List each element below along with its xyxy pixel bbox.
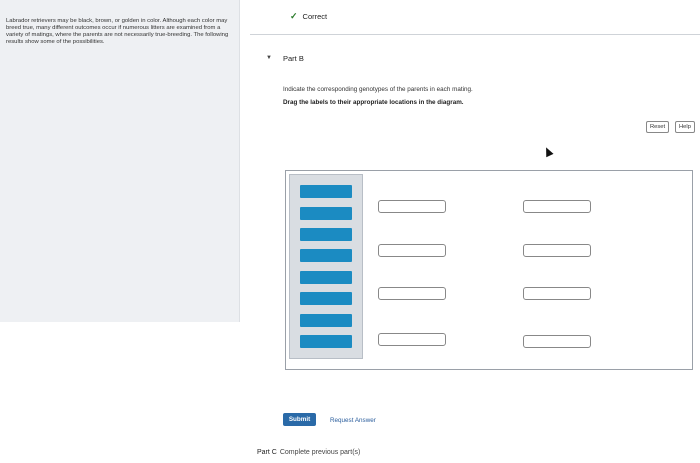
correct-banner: ✓ Correct (290, 11, 327, 22)
drag-label[interactable] (300, 185, 352, 198)
label-bank (289, 174, 363, 359)
drag-label[interactable] (300, 314, 352, 327)
drop-target[interactable] (378, 333, 446, 346)
collapse-caret-icon[interactable]: ▼ (266, 55, 272, 61)
help-button[interactable]: Help (675, 121, 695, 133)
instruction-bold: Drag the labels to their appropriate loc… (283, 99, 464, 106)
drag-label[interactable] (300, 228, 352, 241)
check-icon: ✓ (290, 11, 298, 21)
drop-target[interactable] (523, 200, 591, 213)
drop-target[interactable] (523, 287, 591, 300)
drag-label[interactable] (300, 271, 352, 284)
part-c[interactable]: Part C Complete previous part(s) (257, 449, 360, 456)
submit-button[interactable]: Submit (283, 413, 316, 426)
drop-target[interactable] (378, 200, 446, 213)
part-c-status: Complete previous part(s) (279, 449, 361, 456)
drop-target[interactable] (523, 244, 591, 257)
info-panel: Labrador retrievers may be black, brown,… (0, 0, 240, 322)
drag-label[interactable] (300, 292, 352, 305)
reset-button[interactable]: Reset (646, 121, 670, 133)
info-text: Labrador retrievers may be black, brown,… (6, 18, 229, 45)
divider (250, 34, 700, 35)
drop-target[interactable] (378, 244, 446, 257)
request-answer-link[interactable]: Request Answer (330, 417, 376, 424)
drag-label[interactable] (300, 249, 352, 262)
drag-label[interactable] (300, 335, 352, 348)
mouse-cursor-icon (542, 145, 554, 158)
part-b-title[interactable]: Part B (283, 54, 304, 63)
drop-target[interactable] (378, 287, 446, 300)
drag-label[interactable] (300, 207, 352, 220)
instruction-text: Indicate the corresponding genotypes of … (283, 86, 473, 93)
drop-target[interactable] (523, 335, 591, 348)
part-c-title: Part C (257, 449, 277, 456)
correct-text: Correct (302, 12, 328, 21)
